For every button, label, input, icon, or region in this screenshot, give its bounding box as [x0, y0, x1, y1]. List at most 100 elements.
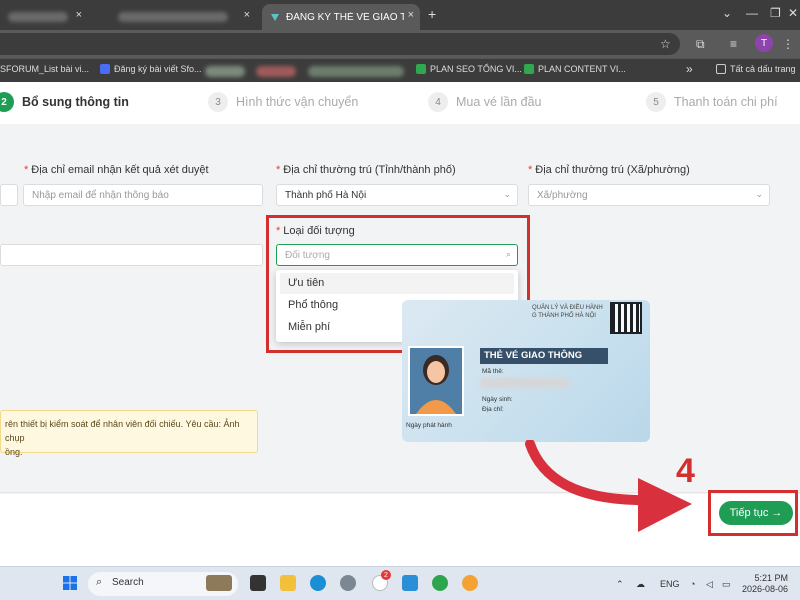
step-5[interactable]: 5 Thanh toán chi phí [646, 92, 778, 112]
address-input[interactable] [0, 33, 680, 55]
ward-label: * Địa chỉ thường trú (Xã/phường) [528, 164, 690, 176]
cut-off-input[interactable] [0, 184, 18, 206]
profile-avatar[interactable]: T [755, 34, 773, 52]
card-address-label: Địa chỉ: [482, 406, 504, 413]
bookmark-label: PLAN CONTENT VI... [538, 64, 626, 74]
org-line: QUẢN LÝ VÀ ĐIỀU HÀNH [532, 305, 603, 311]
bookmark-item[interactable]: PLAN CONTENT VI... [524, 64, 626, 74]
qr-code-icon [610, 302, 642, 334]
close-tab-icon[interactable]: × [244, 9, 250, 21]
minimize-icon[interactable]: — [746, 6, 758, 20]
email-label: * Địa chỉ email nhận kết quả xét duyệt [24, 164, 209, 176]
bookmarks-overflow-icon[interactable]: » [686, 62, 693, 76]
step-2[interactable]: 2 Bổ sung thông tin [0, 92, 129, 112]
close-tab-icon[interactable]: × [76, 9, 82, 21]
step-label: Mua vé lần đầu [456, 95, 542, 109]
maximize-icon[interactable]: ❐ [770, 6, 781, 20]
label-text: Địa chỉ thường trú (Xã/phường) [535, 164, 690, 176]
all-bookmarks-folder[interactable]: Tất cả dấu trang [716, 64, 796, 74]
notification-badge: 2 [381, 570, 391, 580]
note-line: ồng. [5, 447, 23, 457]
menu-icon[interactable]: ⋮ [782, 37, 794, 51]
settings-gear-icon[interactable] [340, 575, 356, 591]
bookmark-item[interactable]: Đăng ký bài viết Sfo... [100, 64, 202, 74]
province-select[interactable]: Thành phố Hà Nội ⌄ [276, 184, 518, 206]
chevron-down-icon: ⌄ [503, 189, 511, 199]
select-placeholder: Xã/phường [537, 190, 588, 201]
site-favicon-icon [271, 14, 279, 21]
search-highlight-image [206, 575, 232, 591]
store-icon[interactable] [402, 575, 418, 591]
chevron-down-icon: ⌄ [755, 189, 763, 199]
card-blurred-name [480, 378, 570, 388]
step-number: 2 [0, 92, 14, 112]
step-4[interactable]: 4 Mua vé lần đầu [428, 92, 541, 112]
chrome-icon[interactable] [432, 575, 448, 591]
volume-icon[interactable]: ◁ [706, 579, 713, 590]
close-window-icon[interactable]: ✕ [788, 6, 798, 20]
annotation-number: 4 [676, 452, 695, 490]
step-number: 3 [208, 92, 228, 112]
system-clock[interactable]: 5:21 PM 2026-08-06 [742, 573, 788, 595]
person-icon [416, 355, 456, 414]
step-label: Hình thức vận chuyển [236, 95, 359, 109]
portrait-photo [408, 346, 464, 416]
ward-select[interactable]: Xã/phường ⌄ [528, 184, 770, 206]
sample-card-image: QUẢN LÝ VÀ ĐIỀU HÀNH G THÀNH PHỐ HÀ NỘI N… [402, 300, 650, 442]
edge-icon[interactable] [310, 575, 326, 591]
bookmark-star-icon[interactable]: ☆ [660, 37, 671, 51]
wifi-icon[interactable]: ◔ [690, 579, 695, 589]
bookmark-item[interactable]: PLAN SEO TỔNG VI... [416, 64, 522, 74]
onedrive-icon[interactable]: ☁ [636, 579, 645, 590]
bookmark-favicon-icon [100, 64, 110, 74]
photo-caption: Ngày phát hành [406, 422, 452, 429]
email-input[interactable]: Nhập email để nhận thông báo [23, 184, 263, 206]
tab-search-icon[interactable]: ⌄ [722, 6, 732, 20]
bookmark-label: Đăng ký bài viết Sfo... [114, 64, 202, 74]
blurred-bookmark[interactable] [256, 66, 296, 77]
folder-icon [716, 64, 726, 74]
browser-tab-active[interactable]: ĐĂNG KÝ THẺ VÉ GIAO THÔNG × [262, 4, 420, 30]
card-title: THẺ VÉ GIAO THÔNG [480, 348, 608, 364]
bookmark-label: Tất cả dấu trang [730, 64, 796, 74]
browser-tab[interactable]: × [0, 4, 88, 30]
next-button[interactable]: Tiếp tục → [719, 501, 793, 525]
cut-off-input[interactable] [0, 244, 263, 266]
tray-chevron-icon[interactable]: ⌃ [616, 579, 624, 590]
blurred-tab-title [8, 12, 68, 22]
media-control-icon[interactable]: ≡ [730, 37, 737, 51]
photo-requirement-note: rên thiết bị kiểm soát để nhân viên đối … [0, 410, 258, 457]
bookmark-item[interactable]: SFORUM_List bài vi... [0, 64, 89, 74]
step-label: Thanh toán chi phí [674, 95, 778, 109]
card-dob-label: Ngày sinh: [482, 396, 513, 403]
extensions-icon[interactable]: ⧉ [696, 37, 705, 52]
note-line: rên thiết bị kiểm soát để nhân viên đối … [5, 419, 240, 443]
language-indicator[interactable]: ENG [660, 579, 680, 589]
step-3[interactable]: 3 Hình thức vận chuyển [208, 92, 358, 112]
tab-title: ĐĂNG KÝ THẺ VÉ GIAO THÔNG [286, 11, 404, 23]
address-bar-row: ☆ ⧉ ≡ ⋮ [0, 30, 800, 58]
card-organization: QUẢN LÝ VÀ ĐIỀU HÀNH G THÀNH PHỐ HÀ NỘI [532, 304, 603, 320]
task-view-icon[interactable] [250, 575, 266, 591]
browser-tab[interactable]: × [96, 4, 256, 30]
step-number: 5 [646, 92, 666, 112]
new-tab-icon[interactable]: + [428, 6, 436, 22]
close-tab-icon[interactable]: × [408, 9, 414, 21]
blurred-bookmark[interactable] [205, 66, 245, 77]
stepper: 2 Bổ sung thông tin 3 Hình thức vận chuy… [0, 82, 800, 124]
label-text: Địa chỉ thường trú (Tỉnh/thành phố) [283, 164, 456, 176]
bookmark-label: PLAN SEO TỔNG VI... [430, 64, 522, 74]
windows-start-icon[interactable] [62, 575, 78, 591]
sheet-favicon-icon [524, 64, 534, 74]
taskbar-search[interactable]: ⌕ Search [88, 572, 238, 596]
label-text: Địa chỉ email nhận kết quả xét duyệt [31, 164, 209, 176]
file-explorer-icon[interactable] [280, 575, 296, 591]
chrome-profile-icon[interactable] [462, 575, 478, 591]
sheet-favicon-icon [416, 64, 426, 74]
step-number: 4 [428, 92, 448, 112]
clock-time: 5:21 PM [754, 573, 789, 583]
battery-icon[interactable]: ▭ [722, 579, 731, 590]
zalo-icon[interactable]: 2 [372, 570, 391, 591]
browser-tab-bar: × × ĐĂNG KÝ THẺ VÉ GIAO THÔNG × + ⌄ — ❐ … [0, 0, 800, 30]
blurred-bookmark[interactable] [308, 66, 404, 77]
